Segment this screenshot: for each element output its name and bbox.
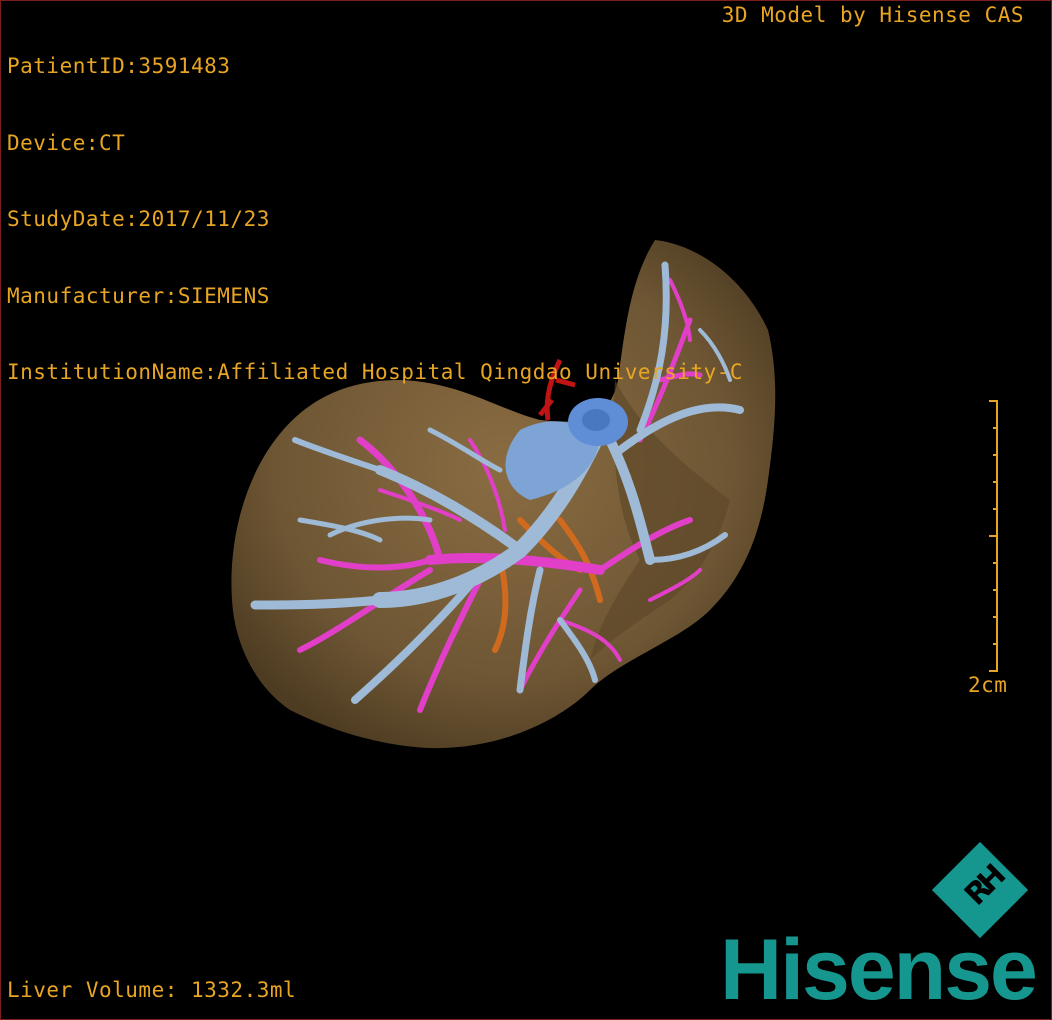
scale-bar-label: 2cm bbox=[968, 673, 1008, 697]
liver-volume-label: Liver Volume: 1332.3ml bbox=[7, 978, 297, 1002]
hisense-logo-wordmark: Hisense bbox=[720, 922, 1038, 1018]
device-label: Device:CT bbox=[7, 130, 126, 155]
patient-id-label: PatientID:3591483 bbox=[7, 54, 231, 78]
manufacturer-label: Manufacturer:SIEMENS bbox=[7, 283, 270, 308]
institution-label: InstitutionName:Affiliated Hospital Qing… bbox=[7, 360, 744, 384]
dicom-info-block: PatientID:3591483 Device:CT StudyDate:20… bbox=[7, 3, 743, 411]
model-credit-label: 3D Model by Hisense CAS bbox=[721, 3, 1024, 27]
study-date-label: StudyDate:2017/11/23 bbox=[7, 207, 270, 231]
scale-bar-icon bbox=[989, 400, 998, 672]
